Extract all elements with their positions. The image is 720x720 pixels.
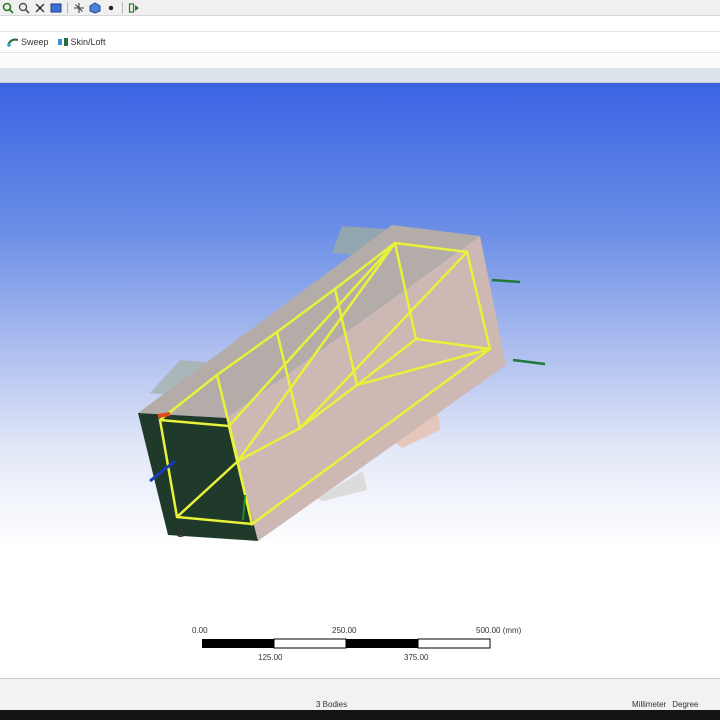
sweep-icon [7,36,19,48]
view-toolbar [0,0,720,16]
sweep-label: Sweep [21,37,49,47]
display-plane-icon[interactable] [49,1,63,15]
edge-arrow-upper [491,278,521,284]
display-point-icon[interactable] [104,1,118,15]
toolbar-spacer [0,17,720,31]
scale-bar: 0.00 250.00 500.00 (mm) 125.00 375.00 [192,626,521,678]
scale-label-375: 375.00 [404,653,429,662]
status-units: Millimeter Degree [632,700,704,709]
toggle-icon[interactable] [127,1,141,15]
status-bodies-count: 3 Bodies [316,700,348,709]
scale-ruler [202,638,491,649]
angle-unit[interactable]: Degree [672,700,698,709]
panel-spacer [0,54,720,68]
display-model-icon[interactable] [88,1,102,15]
bottom-strip [0,710,720,720]
edge-arrow-lower [512,358,546,366]
viewport-header [0,68,720,83]
select-mode-icon[interactable] [33,1,47,15]
model-geometry[interactable]: S [0,83,720,678]
skin-loft-label: Skin/Loft [70,37,106,47]
zoom-to-fit-icon[interactable] [1,1,15,15]
scale-label-250: 250.00 [332,626,357,635]
axis-x-arrow [157,412,171,418]
features-toolbar: Sweep Skin/Loft [0,31,720,53]
skin-loft-button[interactable]: Skin/Loft [57,36,106,48]
toolbar-separator [67,1,68,14]
scale-label-0: 0.00 [192,626,208,635]
toolbar-separator [122,1,123,14]
skin-loft-icon [57,36,69,48]
corner-marker-glyph: S [176,524,185,540]
status-bar: 3 Bodies Millimeter Degree [0,678,720,711]
sweep-button[interactable]: Sweep [7,36,49,48]
look-at-icon[interactable] [72,1,86,15]
scale-label-500: 500.00 (mm) [476,626,522,635]
length-unit[interactable]: Millimeter [632,700,666,709]
graphics-viewport[interactable]: S 0.00 250.00 500.00 (mm) 125.00 375.00 [0,83,720,678]
zoom-box-icon[interactable] [17,1,31,15]
scale-label-125: 125.00 [258,653,283,662]
